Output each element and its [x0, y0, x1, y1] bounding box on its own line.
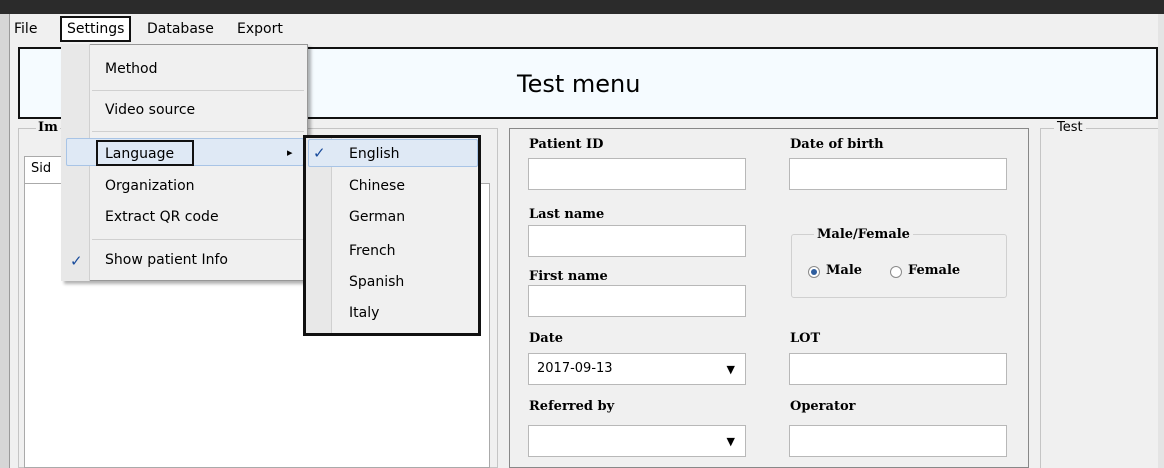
menu-database[interactable]: Database	[147, 20, 214, 38]
test-group-title: Test	[1054, 120, 1086, 135]
menu-file[interactable]: File	[14, 20, 37, 38]
menu-item-method[interactable]: Method	[105, 60, 158, 78]
menu-item-show-patient-info[interactable]: Show patient Info	[105, 251, 228, 269]
language-english[interactable]: English	[349, 145, 400, 163]
chevron-down-icon[interactable]: ▼	[727, 435, 735, 448]
menu-item-video-source[interactable]: Video source	[105, 101, 195, 119]
patient-id-label: Patient ID	[529, 137, 604, 152]
last-name-label: Last name	[529, 207, 605, 222]
referred-by-label: Referred by	[529, 399, 615, 414]
first-name-input[interactable]	[528, 285, 746, 317]
date-label: Date	[529, 331, 563, 346]
female-label: Female	[908, 263, 961, 278]
language-italy[interactable]: Italy	[349, 304, 379, 322]
window-title-bar	[0, 0, 1164, 14]
date-value: 2017-09-13	[537, 361, 613, 376]
operator-label: Operator	[790, 399, 856, 414]
chevron-down-icon[interactable]: ▼	[727, 363, 735, 376]
lot-label: LOT	[790, 331, 821, 346]
gender-group-title: Male/Female	[814, 227, 913, 242]
male-radio[interactable]	[808, 266, 820, 278]
male-label: Male	[826, 263, 863, 278]
last-name-input[interactable]	[528, 225, 746, 257]
menu-separator	[92, 131, 304, 132]
menu-item-organization[interactable]: Organization	[105, 177, 195, 195]
menu-bar: File Settings Database Export	[10, 14, 1158, 44]
window-left-edge	[0, 14, 10, 468]
menu-export[interactable]: Export	[237, 20, 283, 38]
referred-by-select[interactable]: ▼	[528, 425, 746, 457]
female-radio[interactable]	[890, 266, 902, 278]
menu-item-language[interactable]: Language	[105, 145, 174, 163]
check-icon: ✓	[70, 252, 83, 270]
patient-id-input[interactable]	[528, 158, 746, 190]
menu-settings[interactable]: Settings	[60, 16, 132, 42]
language-chinese[interactable]: Chinese	[349, 177, 405, 195]
check-icon: ✓	[313, 144, 326, 162]
submenu-arrow-icon: ▸	[287, 146, 293, 159]
language-german[interactable]: German	[349, 208, 405, 226]
test-group	[1040, 128, 1158, 468]
date-of-birth-input[interactable]	[789, 158, 1007, 190]
date-of-birth-label: Date of birth	[790, 137, 884, 152]
image-group-title: Im	[36, 120, 60, 135]
lot-input[interactable]	[789, 353, 1007, 385]
language-submenu-gutter	[306, 138, 332, 333]
language-spanish[interactable]: Spanish	[349, 273, 404, 291]
first-name-label: First name	[529, 269, 608, 284]
menu-item-extract-qr-code[interactable]: Extract QR code	[105, 208, 219, 226]
operator-input[interactable]	[789, 425, 1007, 457]
language-french[interactable]: French	[349, 242, 396, 260]
window-right-edge	[1158, 14, 1164, 468]
menu-separator	[92, 239, 304, 240]
date-picker[interactable]: 2017-09-13 ▼	[528, 353, 746, 385]
page-title: Test menu	[517, 70, 641, 98]
menu-separator	[92, 90, 304, 91]
